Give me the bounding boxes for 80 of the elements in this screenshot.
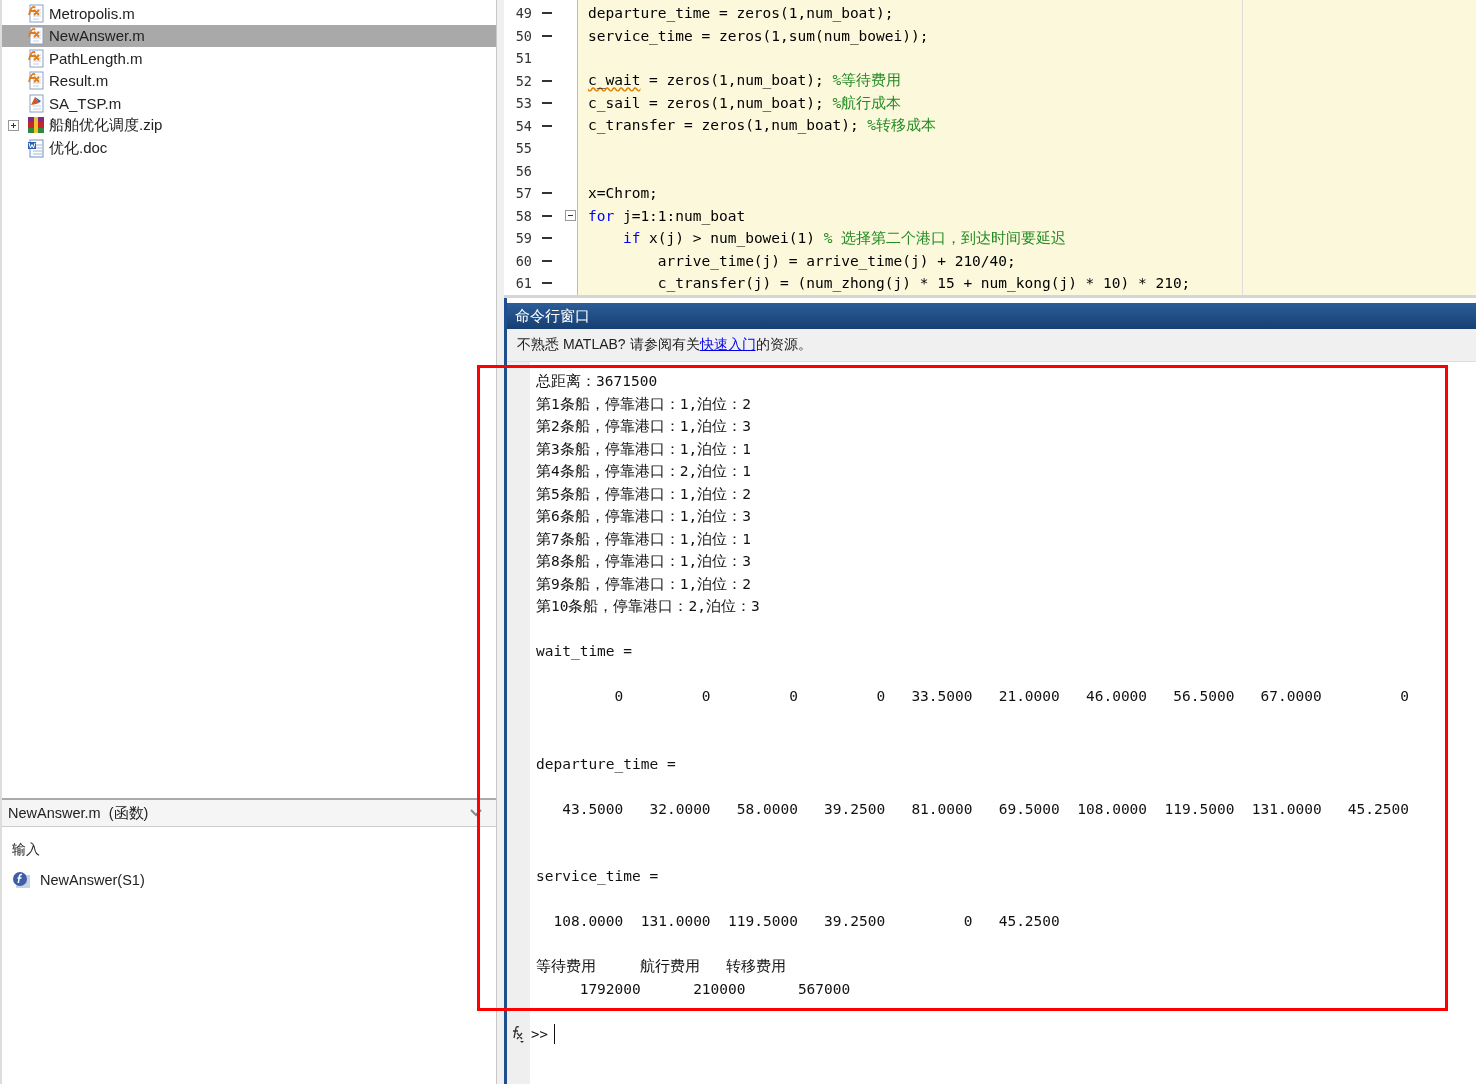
command-window-title: 命令行窗口 [507,303,1476,329]
details-header[interactable]: NewAnswer.m (函数) [2,800,496,827]
breakpoint-dash[interactable] [542,237,552,240]
code-line: service_time = zeros(1,sum(num_bowei)); [588,27,929,44]
output-line: departure_time = [536,754,677,775]
output-line: 第7条船，停靠港口：1,泊位：1 [536,529,752,549]
function-file-icon [27,26,45,46]
code-line: if x(j) > num_bowei(1) % 选择第二个港口，到达时间要延迟 [621,228,1067,248]
breakpoint-dash[interactable] [542,124,552,127]
line-number: 54 [514,116,533,136]
code-line: c_transfer = zeros(1,num_boat); %转移成本 [588,116,937,136]
output-line: 第4条船，停靠港口：2,泊位：1 [536,462,752,481]
file-item[interactable]: Result.m [2,69,496,92]
breakpoint-dash[interactable] [542,34,552,37]
file-item[interactable]: SA_TSP.m [2,92,496,115]
line-number: 58 [514,206,533,226]
file-item[interactable]: Metropolis.m [2,2,496,25]
breakpoint-dash[interactable] [542,12,552,15]
document-icon [27,138,45,158]
output-line: 等待费用 航行费用 转移费用 [536,957,787,976]
output-line: 第9条船，停靠港口：1,泊位：2 [536,574,752,594]
code-line: x=Chrom; [588,185,658,202]
line-number: 56 [514,161,533,181]
output-line: 0 0 0 0 33.5000 21.0000 46.0000 56.5000 67.0000 0 [613,687,1410,706]
code-line: arrive_time(j) = arrive_time(j) + 210/40; [656,252,1016,269]
code-line: c_wait = zeros(1,num_boat); %等待费用 [588,71,902,91]
section-label: 输入 [12,841,41,859]
output-line: 1792000 210000 567000 [578,979,852,999]
breakpoint-dash[interactable] [542,79,552,82]
breakpoint-dash[interactable] [542,102,552,105]
line-number: 59 [514,229,533,249]
breakpoint-dash[interactable] [542,282,552,285]
line-number: 53 [514,94,533,114]
link[interactable]: 快速入门 [699,336,756,352]
file-item[interactable]: PathLength.m [2,47,496,70]
function-file-icon [27,3,45,23]
line-number: 57 [514,184,533,204]
breakpoint-dash[interactable] [542,214,552,217]
output-line: 第8条船，停靠港口：1,泊位：3 [536,552,752,571]
function-icon [12,871,32,889]
expand-icon[interactable] [7,120,19,132]
file-item[interactable]: 优化.doc [2,137,496,160]
code-line: c_sail = zeros(1,num_boat); %航行成本 [588,93,902,113]
output-line: 第6条船，停靠港口：1,泊位：3 [536,507,752,526]
code-line: departure_time = zeros(1,num_boat); [588,5,894,22]
command-prompt: >> [531,1026,548,1042]
code-line: c_transfer(j) = (num_zhong(j) * 15 + num_kong(j) * 10) * 210; [656,275,1191,292]
code-line: for j=1:1:num_boat [588,207,746,224]
output-line: 第5条船，停靠港口：1,泊位：2 [536,484,752,504]
line-number: 49 [514,4,533,24]
output-line: 第1条船，停靠港口：1,泊位：2 [536,394,752,414]
notice-text: 不熟悉 MATLAB? 请参阅有关快速入门的资源。 [517,336,812,354]
line-number: 61 [514,274,533,294]
output-line: 第10条船，停靠港口：2,泊位：3 [536,597,761,616]
file-item[interactable]: NewAnswer.m [2,24,496,47]
line-number: 50 [514,26,533,46]
line-number: 60 [514,251,533,271]
line-number: 52 [514,71,533,91]
details-title: NewAnswer.m (函数) [8,803,149,823]
archive-icon [27,116,45,136]
function-file-icon [27,71,45,91]
text-cursor [553,1024,555,1044]
output-line: wait_time = [536,642,634,662]
output-line: service_time = [536,867,660,887]
line-number: 51 [514,49,533,69]
output-line: 总距离：3671500 [536,372,659,391]
code-editor[interactable] [504,0,1476,298]
breakpoint-dash[interactable] [542,192,552,195]
script-file-icon [27,93,45,113]
output-line: 108.0000 131.0000 119.5000 39.2500 0 45.2500 [552,912,1061,931]
function-signature[interactable]: NewAnswer(S1) [40,872,145,888]
line-number: 55 [514,139,533,159]
file-item[interactable]: 船舶优化调度.zip [2,114,496,137]
collapse-icon[interactable] [565,210,576,222]
output-line: 第3条船，停靠港口：1,泊位：1 [536,439,752,459]
chevron-down-icon[interactable] [470,809,482,817]
output-line: 第2条船，停靠港口：1,泊位：3 [536,417,752,436]
function-file-icon [27,48,45,68]
breakpoint-dash[interactable] [542,259,552,262]
output-line: 43.5000 32.0000 58.0000 39.2500 81.0000 69.5000 108.0000 119.5000 131.0000 45.2500 [561,799,1410,819]
